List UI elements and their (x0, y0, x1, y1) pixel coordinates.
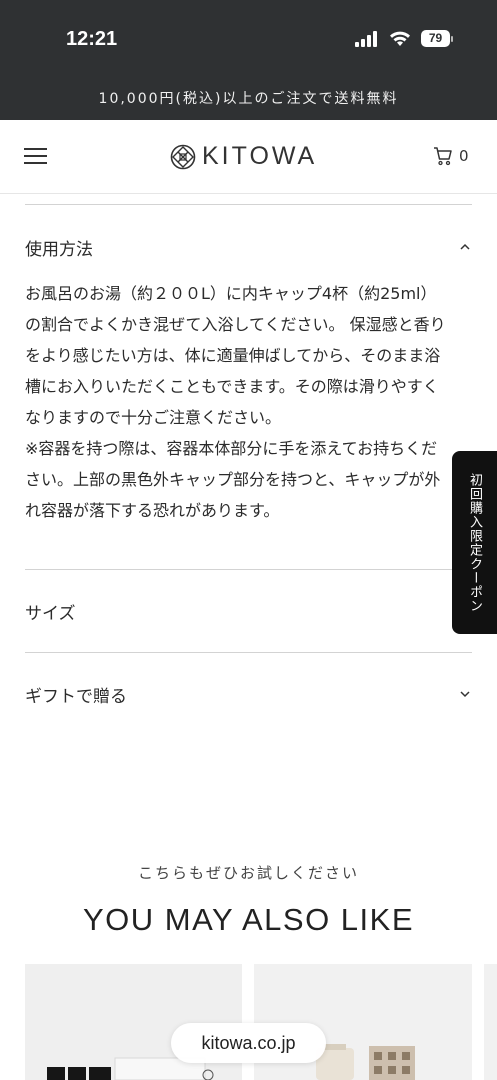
usage-line: さい。上部の黒色外キャップ部分を持つと、キャップが外 (25, 470, 441, 489)
usage-line: お風呂のお湯（約２００L）に内キャップ4杯（約25ml） (25, 284, 437, 303)
product-card[interactable] (484, 964, 497, 1080)
signal-icon (355, 30, 377, 47)
accordion-gift-title[interactable]: ギフトで贈る (25, 682, 127, 707)
usage-line: の割合でよくかき混ぜて入浴してください。 保湿感と香り (25, 315, 446, 334)
recommend-heading: YOU MAY ALSO LIKE (82, 902, 415, 937)
cart-icon (434, 147, 452, 166)
chevron-up-icon[interactable] (458, 240, 472, 254)
cart-button[interactable]: 0 (433, 146, 469, 166)
site-logo[interactable]: KITOWA (170, 142, 317, 171)
shipping-announcement: 10,000円(税込)以上のご注文で送料無料 (98, 91, 399, 107)
usage-line: なりますので十分ご注意ください。 (25, 408, 282, 427)
logo-text: KITOWA (202, 142, 318, 170)
logo-emblem-icon (170, 144, 196, 169)
status-time: 12:21 (66, 28, 118, 50)
usage-line: 槽にお入りいただくこともできます。その際は滑りやすく (25, 377, 439, 396)
accordion-usage-title[interactable]: 使用方法 (25, 235, 93, 260)
coupon-tab-label: 初回購入限定クーポン (467, 472, 482, 613)
accordion-size-title[interactable]: サイズ (25, 599, 76, 624)
chevron-down-icon[interactable] (458, 687, 472, 701)
site-header: KITOWA 0 (0, 120, 497, 194)
divider (25, 569, 472, 570)
cart-count: 0 (459, 147, 469, 165)
browser-url-bar[interactable]: kitowa.co.jp (171, 1023, 326, 1063)
wifi-icon (390, 31, 410, 46)
first-purchase-coupon-tab[interactable]: 初回購入限定クーポン (452, 451, 497, 634)
status-icons: 79 (355, 30, 453, 47)
usage-line: をより感じたい方は、体に適量伸ばしてから、そのまま浴 (25, 346, 441, 365)
menu-icon[interactable] (24, 148, 48, 166)
top-bar: 12:21 79 10,000円(税込)以上のご注文で送料無料 (0, 0, 497, 120)
divider (25, 204, 472, 205)
divider (25, 652, 472, 653)
usage-description: お風呂のお湯（約２００L）に内キャップ4杯（約25ml） の割合でよくかき混ぜて… (25, 278, 470, 526)
recommend-subtitle: こちらもぜひお試しください (137, 864, 359, 882)
battery-icon: 79 (421, 30, 453, 47)
usage-line: ※容器を持つ際は、容器本体部分に手を添えてお持ちくだ (25, 439, 438, 458)
battery-level: 79 (421, 30, 450, 47)
usage-line: れ容器が落下する恐れがあります。 (25, 501, 280, 520)
